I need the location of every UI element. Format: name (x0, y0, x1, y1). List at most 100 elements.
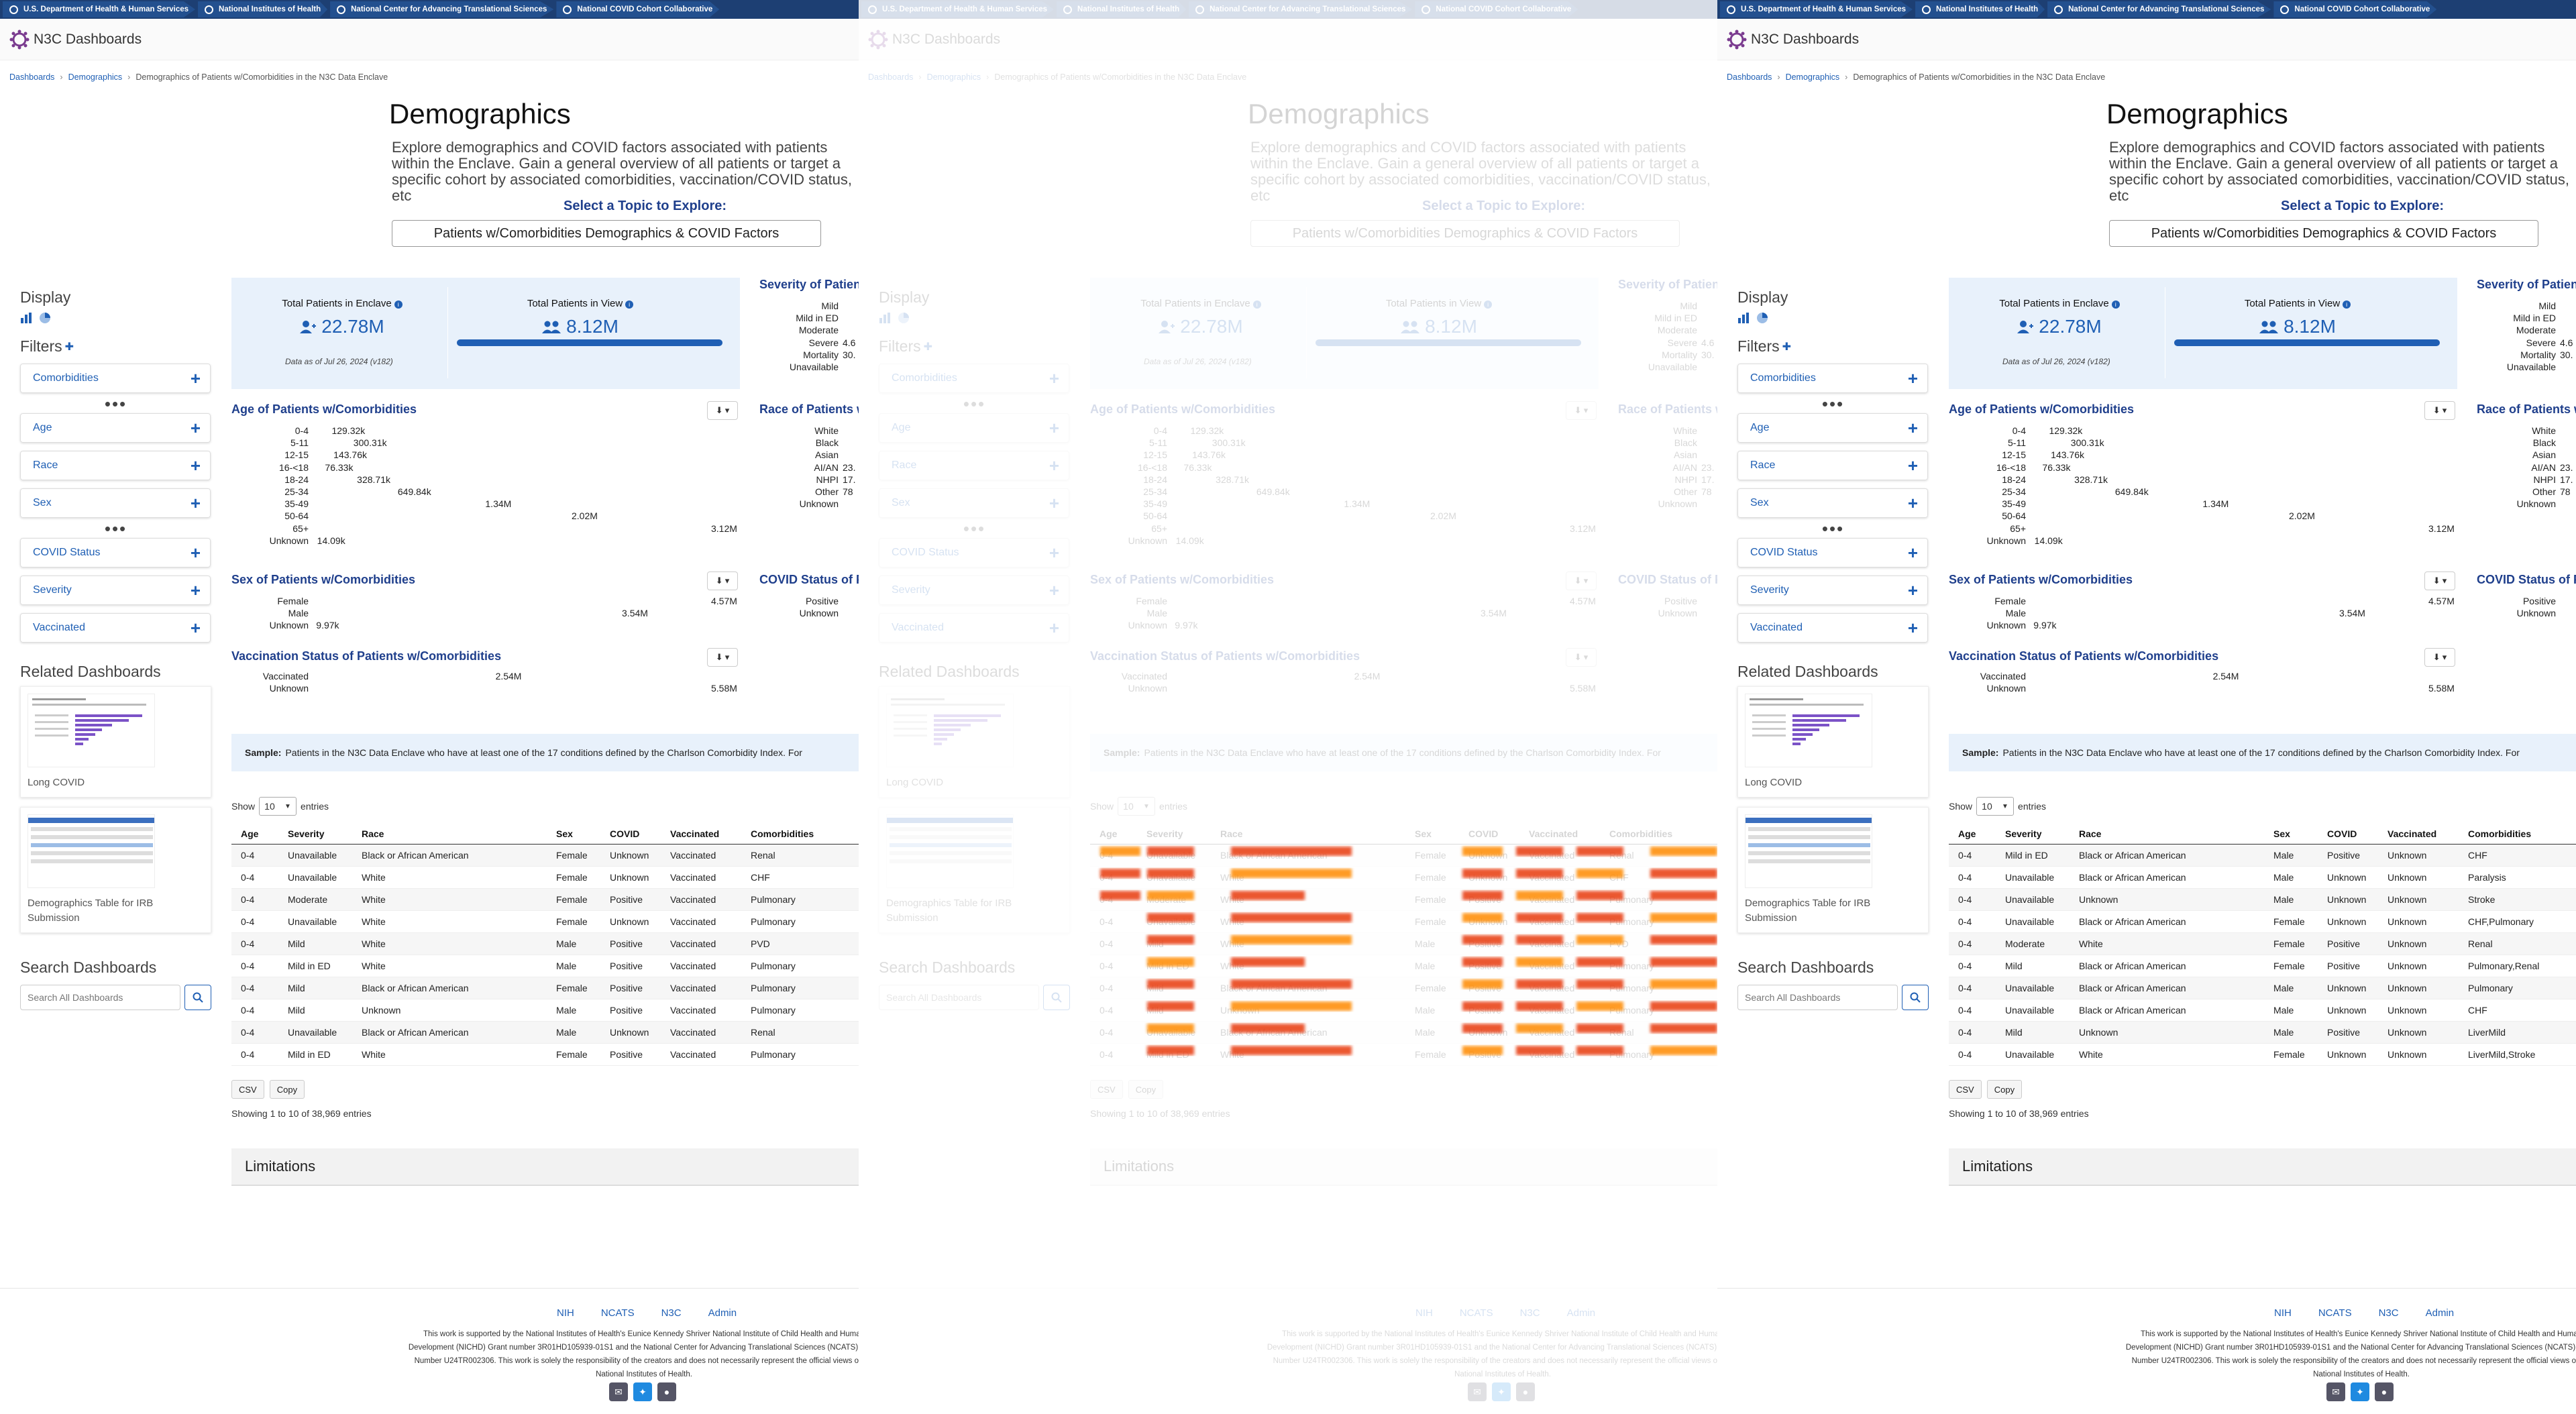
column-header-sex[interactable]: Sex (2264, 824, 2318, 845)
column-header-race[interactable]: Race (2070, 824, 2264, 845)
table-row[interactable]: 0-4MildBlack or African AmericanFemalePo… (231, 977, 859, 999)
pin-icon[interactable]: ✚ (65, 340, 74, 354)
pie-chart-icon[interactable] (39, 312, 51, 324)
info-icon[interactable]: i (625, 301, 634, 309)
limitations-section[interactable]: Limitations (1949, 1148, 2576, 1186)
table-row[interactable]: 0-4UnavailableBlack or African AmericanF… (1949, 910, 2576, 933)
github-icon[interactable]: ● (657, 1382, 676, 1401)
copy-button[interactable]: Copy (1986, 1080, 2023, 1099)
topic-dropdown-button[interactable]: Patients w/Comorbidities Demographics & … (2109, 220, 2538, 247)
breadcrumb-home[interactable]: Dashboards (1727, 72, 1772, 82)
brand-title[interactable]: N3C Dashboards (34, 32, 142, 48)
pie-chart-icon[interactable] (1756, 312, 1768, 324)
csv-button[interactable]: CSV (231, 1080, 264, 1099)
column-header-covid[interactable]: COVID (600, 824, 661, 845)
column-header-vaccinated[interactable]: Vaccinated (661, 824, 741, 845)
filter-sex[interactable]: Sex + (20, 488, 211, 518)
filter-vaccinated[interactable]: Vaccinated + (1737, 613, 1928, 643)
column-header-age[interactable]: Age (1949, 824, 1996, 845)
age-download-button[interactable]: ⬇ ▾ (2424, 401, 2455, 420)
footer-link-n3c[interactable]: N3C (661, 1307, 682, 1319)
filter-age[interactable]: Age + (1737, 413, 1928, 443)
column-header-race[interactable]: Race (352, 824, 547, 845)
table-row[interactable]: 0-4UnavailableBlack or African AmericanM… (1949, 866, 2576, 889)
breadcrumb-section[interactable]: Demographics (68, 72, 123, 82)
n3c-logo-icon[interactable] (9, 30, 30, 50)
related-card-irb-table[interactable]: Demographics Table for IRB Submission (1737, 807, 1929, 933)
gov-link-ncats[interactable]: National Center for Advancing Translatio… (2047, 1, 2271, 17)
related-card-long-covid[interactable]: Long COVID (20, 686, 211, 798)
table-row[interactable]: 0-4UnavailableWhiteFemaleUnknownVaccinat… (231, 910, 859, 933)
table-row[interactable]: 0-4 Unavailable Unknown Male Unknown Unknown S… (1949, 888, 2576, 911)
bar-chart-icon[interactable] (1737, 312, 1750, 324)
filter-age[interactable]: Age + (20, 413, 211, 443)
table-row[interactable]: 0-4MildUnknownMalePositiveVaccinatedPulm… (231, 999, 859, 1022)
search-button[interactable] (1902, 985, 1929, 1010)
entries-select[interactable]: 10 ▼ (1976, 797, 2015, 816)
filter-vaccinated[interactable]: Vaccinated + (20, 613, 211, 643)
twitter-icon[interactable]: ✦ (633, 1382, 652, 1401)
gov-link-hhs[interactable]: U.S. Department of Health & Human Servic… (1720, 1, 1913, 17)
email-icon[interactable]: ✉ (609, 1382, 628, 1401)
footer-link-nih[interactable]: NIH (2274, 1307, 2292, 1319)
table-row[interactable]: 0-4MildBlack or African AmericanFemalePo… (1949, 955, 2576, 977)
filter-comorbidities[interactable]: Comorbidities + (1737, 364, 1928, 393)
gov-link-nih[interactable]: National Institutes of Health (198, 1, 328, 17)
table-row[interactable]: 0-4 Mild in ED Black or African American Ma… (1949, 844, 2576, 867)
limitations-section[interactable]: Limitations (231, 1148, 859, 1186)
column-header-severity[interactable]: Severity (278, 824, 352, 845)
info-icon[interactable]: i (2343, 301, 2351, 309)
column-header-vaccinated[interactable]: Vaccinated (2378, 824, 2459, 845)
sex-download-button[interactable]: ⬇ ▾ (707, 572, 738, 590)
copy-button[interactable]: Copy (269, 1080, 305, 1099)
twitter-icon[interactable]: ✦ (2351, 1382, 2369, 1401)
column-header-comorbidities[interactable]: Comorbidities (741, 824, 859, 845)
footer-link-n3c[interactable]: N3C (2379, 1307, 2399, 1319)
info-icon[interactable]: i (2111, 301, 2120, 309)
table-row[interactable]: 0-4UnavailableBlack or African AmericanM… (1949, 999, 2576, 1022)
table-row[interactable]: 0-4 Mild Unknown Male Positive Unknown LiverMi… (1949, 1021, 2576, 1044)
gov-link-n3c[interactable]: National COVID Cohort Collaborative (2273, 1, 2437, 17)
vaccination-download-button[interactable]: ⬇ ▾ (707, 648, 738, 667)
info-icon[interactable]: i (394, 301, 402, 309)
github-icon[interactable]: ● (2375, 1382, 2394, 1401)
vaccination-download-button[interactable]: ⬇ ▾ (2424, 648, 2455, 667)
footer-link-admin[interactable]: Admin (2426, 1307, 2455, 1319)
sex-download-button[interactable]: ⬇ ▾ (2424, 572, 2455, 590)
more-filters-dots[interactable]: ••• (1737, 520, 1929, 537)
related-card-irb-table[interactable]: Demographics Table for IRB Submission (20, 807, 211, 933)
filter-race[interactable]: Race + (1737, 451, 1928, 480)
table-row[interactable]: 0-4 Moderate White Female Positive Unknown Ren… (1949, 932, 2576, 955)
entries-select[interactable]: 10 ▼ (259, 797, 297, 816)
column-header-covid[interactable]: COVID (2318, 824, 2378, 845)
search-button[interactable] (184, 985, 211, 1010)
filter-covid-status[interactable]: COVID Status + (1737, 538, 1928, 567)
gov-link-ncats[interactable]: National Center for Advancing Translatio… (330, 1, 554, 17)
related-card-long-covid[interactable]: Long COVID (1737, 686, 1929, 798)
filter-severity[interactable]: Severity + (20, 576, 211, 605)
footer-link-admin[interactable]: Admin (708, 1307, 737, 1319)
pin-icon[interactable]: ✚ (1782, 340, 1791, 354)
filter-covid-status[interactable]: COVID Status + (20, 538, 211, 567)
csv-button[interactable]: CSV (1949, 1080, 1982, 1099)
footer-link-ncats[interactable]: NCATS (2318, 1307, 2352, 1319)
search-input[interactable]: Search All Dashboards (1737, 985, 1898, 1010)
gov-link-hhs[interactable]: U.S. Department of Health & Human Servic… (3, 1, 196, 17)
brand-title[interactable]: N3C Dashboards (1751, 32, 1859, 48)
footer-link-ncats[interactable]: NCATS (601, 1307, 635, 1319)
search-input[interactable]: Search All Dashboards (20, 985, 181, 1010)
gov-link-n3c[interactable]: National COVID Cohort Collaborative (556, 1, 720, 17)
age-download-button[interactable]: ⬇ ▾ (707, 401, 738, 420)
table-row[interactable]: 0-4 Unavailable White Female Unknown Unknown L… (1949, 1043, 2576, 1066)
breadcrumb-home[interactable]: Dashboards (9, 72, 54, 82)
filter-severity[interactable]: Severity + (1737, 576, 1928, 605)
filter-race[interactable]: Race + (20, 451, 211, 480)
table-row[interactable]: 0-4ModerateWhiteFemalePositiveVaccinated… (231, 888, 859, 911)
table-row[interactable]: 0-4UnavailableBlack or African AmericanF… (231, 844, 859, 867)
topic-dropdown-button[interactable]: Patients w/Comorbidities Demographics & … (392, 220, 821, 247)
table-row[interactable]: 0-4UnavailableBlack or African AmericanM… (231, 1021, 859, 1044)
more-filters-dots[interactable]: ••• (20, 395, 211, 413)
gov-link-nih[interactable]: National Institutes of Health (1915, 1, 2045, 17)
more-filters-dots[interactable]: ••• (1737, 395, 1929, 413)
column-header-severity[interactable]: Severity (1996, 824, 2070, 845)
